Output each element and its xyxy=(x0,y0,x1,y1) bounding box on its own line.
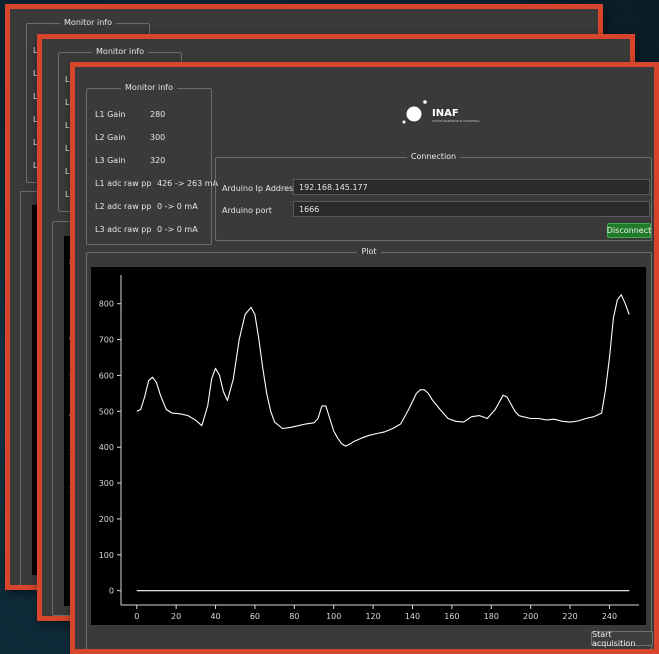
y-tick-label: 500 xyxy=(99,407,114,416)
x-tick-label: 240 xyxy=(602,612,617,621)
x-tick-label: 100 xyxy=(326,612,341,621)
x-tick-label: 180 xyxy=(484,612,499,621)
port-input[interactable] xyxy=(293,201,650,217)
x-tick-label: 40 xyxy=(210,612,220,621)
app-window: Monitor info L1 Gain 280 L2 Gain 300 L3 … xyxy=(70,62,659,654)
monitor-info-title: Monitor info xyxy=(60,18,116,27)
x-tick-label: 60 xyxy=(250,612,260,621)
monitor-info-title: Monitor info xyxy=(121,83,177,92)
y-tick-label: 700 xyxy=(99,336,114,345)
l3-gain-value: 320 xyxy=(150,156,166,165)
connection-group: Connection Arduino Ip Address Arduino po… xyxy=(215,152,652,241)
l2-adc-value: 0 -> 0 mA xyxy=(157,202,198,211)
y-tick-label: 300 xyxy=(99,479,114,488)
x-tick-label: 120 xyxy=(365,612,380,621)
l2-gain-label: L2 Gain xyxy=(95,133,126,142)
y-tick-label: 200 xyxy=(99,515,114,524)
chart-svg: 0 100 200 300 400 500 600 700 800 0 20 40 60 80 100 120… xyxy=(99,275,639,621)
l2-adc-label: L2 adc raw pp xyxy=(95,202,152,211)
inaf-logo-text: INAF xyxy=(432,108,459,119)
plot-title: Plot xyxy=(357,247,381,256)
connection-title: Connection xyxy=(406,152,461,161)
y-tick-label: 0 xyxy=(109,587,114,596)
x-tick-label: 80 xyxy=(289,612,299,621)
y-tick-label: 400 xyxy=(99,443,114,452)
ip-address-input[interactable] xyxy=(293,179,650,195)
x-tick-label: 200 xyxy=(523,612,538,621)
x-tick-label: 220 xyxy=(562,612,577,621)
plot-area: 0 100 200 300 400 500 600 700 800 0 20 40 60 80 100 120… xyxy=(91,267,646,625)
x-tick-label: 140 xyxy=(405,612,420,621)
start-acquisition-button[interactable]: Start acquisition xyxy=(591,630,653,648)
l2-gain-value: 300 xyxy=(150,133,166,142)
l1-adc-value: 426 -> 263 mA xyxy=(157,179,219,188)
disconnect-button[interactable]: Disconnect xyxy=(607,223,651,238)
monitor-info-group: Monitor info L1 Gain 280 L2 Gain 300 L3 … xyxy=(86,83,218,245)
y-tick-label: 600 xyxy=(99,371,114,380)
monitor-info-title: Monitor info xyxy=(92,47,148,56)
y-tick-label: 100 xyxy=(99,551,114,560)
l3-adc-label: L3 adc raw pp xyxy=(95,225,152,234)
l3-adc-value: 0 -> 0 mA xyxy=(157,225,198,234)
y-tick-label: 800 xyxy=(99,300,114,309)
port-label: Arduino port xyxy=(222,206,272,215)
x-tick-label: 160 xyxy=(444,612,459,621)
ip-address-label: Arduino Ip Address xyxy=(222,184,298,193)
inaf-logo: INAF ISTITUTO NAZIONALE DI ASTROFISICA xyxy=(394,95,484,127)
l1-gain-label: L1 Gain xyxy=(95,110,126,119)
x-tick-label: 20 xyxy=(171,612,181,621)
inaf-logo-subtext: ISTITUTO NAZIONALE DI ASTROFISICA xyxy=(432,120,480,123)
series-line-1 xyxy=(136,294,630,447)
x-tick-label: 0 xyxy=(134,612,139,621)
l1-gain-value: 280 xyxy=(150,110,166,119)
l3-gain-label: L3 Gain xyxy=(95,156,126,165)
l1-adc-label: L1 adc raw pp xyxy=(95,179,152,188)
